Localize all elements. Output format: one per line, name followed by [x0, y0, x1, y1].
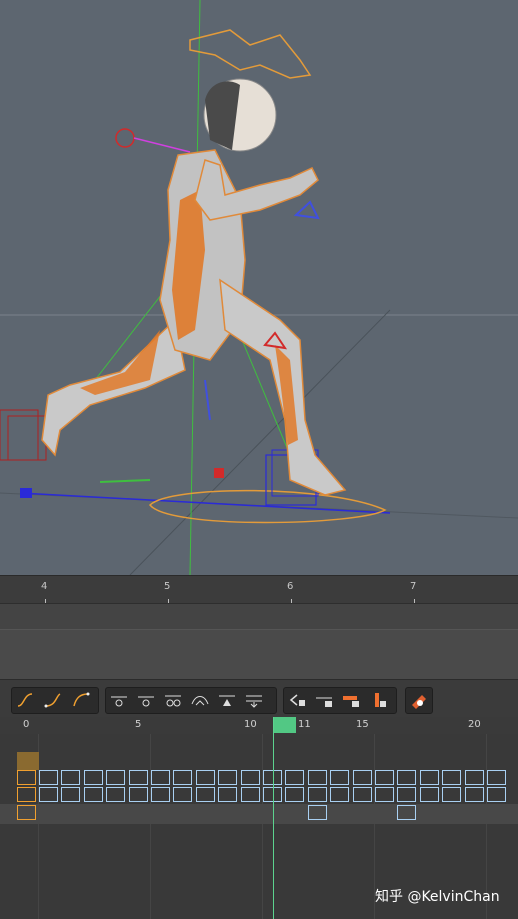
- frame-label: 0: [23, 719, 30, 730]
- keyframe[interactable]: [151, 787, 170, 802]
- ruler-label: 5: [164, 581, 171, 592]
- key-drop-icon[interactable]: [216, 689, 238, 710]
- keyframe[interactable]: [442, 770, 462, 785]
- keyframe[interactable]: [397, 805, 416, 820]
- keyframe[interactable]: [39, 787, 58, 802]
- key-lock-left-icon[interactable]: [286, 689, 308, 710]
- ruler-label: 6: [287, 581, 294, 592]
- keyframe[interactable]: [195, 770, 215, 785]
- frame-label: 15: [356, 719, 369, 730]
- selected-key[interactable]: [17, 805, 36, 820]
- ease-in-icon[interactable]: [42, 689, 64, 710]
- frame-label: 5: [135, 719, 142, 730]
- selected-key[interactable]: [17, 770, 36, 785]
- z-axis-handle-icon: [20, 488, 32, 498]
- keyframe[interactable]: [307, 770, 327, 785]
- key-lock-vert-icon[interactable]: [367, 689, 389, 710]
- panel-strip: [0, 603, 518, 630]
- scene-graphics: [0, 0, 518, 575]
- keyframe[interactable]: [128, 787, 148, 802]
- key-right-icon[interactable]: [135, 689, 157, 710]
- keyframe[interactable]: [173, 770, 193, 785]
- keyframe[interactable]: [419, 787, 439, 802]
- key-left-icon[interactable]: [108, 689, 130, 710]
- key-lock-mid-icon[interactable]: [313, 689, 335, 710]
- playhead[interactable]: [273, 717, 274, 919]
- keyframe[interactable]: [308, 805, 327, 820]
- keyframe[interactable]: [195, 787, 215, 802]
- x-axis-handle-icon: [214, 468, 224, 478]
- keyframe[interactable]: [173, 787, 193, 802]
- keyframe[interactable]: [352, 787, 372, 802]
- keyframe[interactable]: [419, 770, 439, 785]
- keyframe[interactable]: [83, 787, 103, 802]
- head-control-icon: [189, 29, 312, 79]
- keyframe[interactable]: [128, 770, 148, 785]
- keyframe[interactable]: [487, 787, 506, 802]
- keyframe[interactable]: [352, 770, 372, 785]
- current-frame-marker[interactable]: [274, 717, 296, 733]
- watermark: 知乎 @KelvinChan: [375, 889, 500, 905]
- key-curve-icon[interactable]: [189, 689, 211, 710]
- timeline-header[interactable]: 0 5 10 15 20: [0, 717, 518, 735]
- hand-control-icon: [293, 200, 320, 220]
- keyframe[interactable]: [464, 787, 484, 802]
- keyframe[interactable]: [375, 787, 394, 802]
- spline-icon[interactable]: [14, 689, 36, 710]
- keyframe[interactable]: [39, 770, 58, 785]
- ruler-label: 4: [41, 581, 48, 592]
- keyframe[interactable]: [442, 787, 462, 802]
- keyframe[interactable]: [61, 770, 81, 785]
- keyframe[interactable]: [464, 770, 484, 785]
- current-frame-label: 11: [298, 719, 311, 730]
- keyframe[interactable]: [61, 787, 81, 802]
- panel-strip: [0, 629, 518, 680]
- ease-out-icon[interactable]: [70, 689, 92, 710]
- keyframe[interactable]: [285, 787, 305, 802]
- keyframe[interactable]: [151, 770, 170, 785]
- keyframe[interactable]: [375, 770, 394, 785]
- selected-key[interactable]: [17, 787, 36, 802]
- keyframe[interactable]: [487, 770, 506, 785]
- keyframe[interactable]: [397, 787, 417, 802]
- keyframe[interactable]: [83, 770, 103, 785]
- keyframe[interactable]: [330, 770, 350, 785]
- ruler-label: 7: [410, 581, 417, 592]
- keyframe[interactable]: [307, 787, 327, 802]
- frame-label: 10: [244, 719, 257, 730]
- keyframe[interactable]: [240, 787, 260, 802]
- track-row: [0, 804, 518, 824]
- key-both-icon[interactable]: [162, 689, 184, 710]
- key-stack-icon[interactable]: [243, 689, 265, 710]
- keyframe[interactable]: [397, 770, 417, 785]
- summary-key: [17, 752, 39, 770]
- character-figure-icon: [41, 78, 347, 496]
- record-key-icon[interactable]: [407, 689, 429, 710]
- keyframe[interactable]: [330, 787, 350, 802]
- frame-label: 20: [468, 719, 481, 730]
- keyframe[interactable]: [218, 787, 238, 802]
- keyframe[interactable]: [285, 770, 305, 785]
- keyframe[interactable]: [106, 770, 126, 785]
- key-lock-bar-icon[interactable]: [340, 689, 362, 710]
- keyframe[interactable]: [106, 787, 126, 802]
- keyframe[interactable]: [240, 770, 260, 785]
- keyframe[interactable]: [218, 770, 238, 785]
- key-toolbar: [0, 679, 518, 718]
- frame-ruler[interactable]: 4 5 6 7: [0, 575, 518, 604]
- elbow-pole-icon: [115, 128, 135, 148]
- 3d-viewport[interactable]: [0, 0, 518, 575]
